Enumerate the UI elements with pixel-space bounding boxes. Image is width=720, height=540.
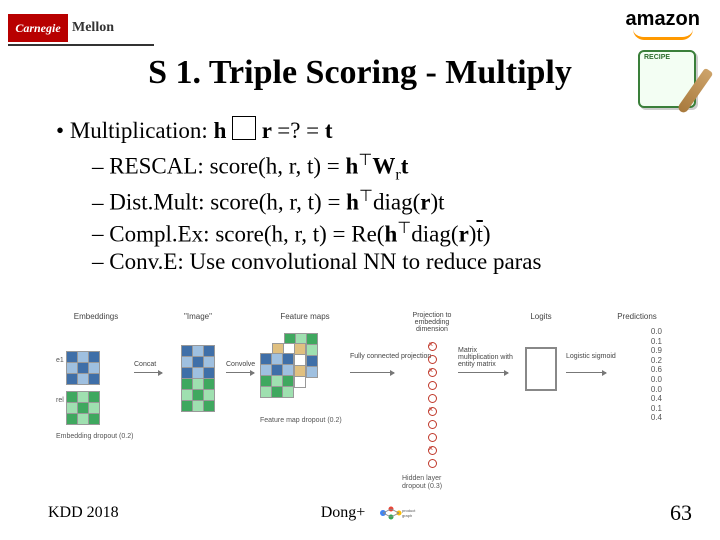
complex-diag: diag( bbox=[411, 221, 458, 246]
arrow-concat-label: Concat bbox=[134, 361, 156, 368]
footer-center-text: Dong+ bbox=[321, 504, 366, 521]
embedding-grid-e1 bbox=[66, 351, 100, 385]
caption-hidden-dropout: Hidden layer dropout (0.3) bbox=[402, 475, 462, 492]
cmu-logo-wordmark-left: Carnegie bbox=[8, 14, 68, 42]
svg-text:graph: graph bbox=[402, 513, 412, 518]
transpose-icon: ⊤ bbox=[397, 220, 411, 237]
distmult-diag: diag( bbox=[373, 190, 420, 215]
amazon-logo: amazon bbox=[626, 8, 700, 40]
arrow-convolve: Convolve bbox=[226, 372, 254, 373]
cmu-logo-wordmark-right: Mellon bbox=[68, 14, 154, 42]
pred-value: 0.0 bbox=[612, 327, 662, 337]
sub-rescal: RESCAL: score(h, r, t) = h⊤Wrt bbox=[92, 150, 680, 184]
label-image: "Image" bbox=[168, 312, 228, 321]
footer-center-wrap: Dong+ productgraph bbox=[48, 504, 692, 522]
label-predictions: Predictions bbox=[612, 312, 662, 321]
rescal-fn: score(h, r, t) = bbox=[210, 154, 346, 179]
sub-distmult: Dist.Mult: score(h, r, t) = h⊤diag(r)t bbox=[92, 186, 680, 216]
stage-embeddings: Embeddings e1 rel Embedding dropout (0.2… bbox=[56, 312, 136, 441]
arrow-matmul-label: Matrix multiplication with entity matrix bbox=[458, 347, 518, 368]
complex-fn: score(h, r, t) = Re( bbox=[215, 221, 384, 246]
complex-r: r bbox=[459, 221, 469, 246]
stage-logits: Logits bbox=[516, 312, 566, 393]
arrow-concat: Concat bbox=[134, 372, 162, 373]
amazon-logo-text: amazon bbox=[626, 8, 700, 30]
pred-value: 0.6 bbox=[612, 365, 662, 375]
distmult-t: )t bbox=[430, 190, 444, 215]
rescal-w: W bbox=[372, 154, 395, 179]
image-grid bbox=[181, 345, 215, 412]
cmu-logo-underline bbox=[8, 44, 154, 46]
stage-predictions: Predictions 0.0 0.1 0.9 0.2 0.6 0.0 0.0 … bbox=[612, 312, 662, 423]
pred-value: 0.4 bbox=[612, 394, 662, 404]
pred-value: 0.0 bbox=[612, 385, 662, 395]
bullet-t: t bbox=[325, 118, 333, 143]
pred-value: 0.0 bbox=[612, 375, 662, 385]
slide-title: S 1. Triple Scoring - Multiply bbox=[0, 54, 720, 92]
rescal-name: RESCAL: bbox=[109, 154, 209, 179]
bullet-eq: =? = bbox=[277, 118, 325, 143]
arrow-sigmoid: Logistic sigmoid bbox=[566, 372, 606, 373]
bullet-h: h bbox=[214, 118, 233, 143]
predictions-list: 0.0 0.1 0.9 0.2 0.6 0.0 0.0 0.4 0.1 0.4 bbox=[612, 327, 662, 423]
arrow-fc: Fully connected projection bbox=[350, 372, 394, 373]
pred-value: 0.1 bbox=[612, 337, 662, 347]
featmap-front bbox=[260, 353, 294, 398]
pred-value: 0.9 bbox=[612, 346, 662, 356]
bullet-r: r bbox=[256, 118, 277, 143]
transpose-icon: ⊤ bbox=[359, 188, 373, 205]
sub-bullet-list: RESCAL: score(h, r, t) = h⊤Wrt Dist.Mult… bbox=[92, 150, 680, 276]
pred-value: 0.2 bbox=[612, 356, 662, 366]
distmult-name: Dist.Mult: bbox=[109, 190, 210, 215]
bullet-lead: Multiplication: bbox=[70, 118, 214, 143]
distmult-h: h bbox=[346, 190, 359, 215]
product-graph-logo-icon: productgraph bbox=[375, 505, 419, 521]
row-label-e1: e1 bbox=[56, 357, 64, 364]
pred-value: 0.4 bbox=[612, 413, 662, 423]
rescal-h: h bbox=[346, 154, 359, 179]
projection-vector bbox=[402, 341, 462, 471]
stage-projection: Projection to embedding dimension Hidden… bbox=[402, 312, 462, 492]
stage-image: "Image" bbox=[168, 312, 228, 412]
label-embeddings: Embeddings bbox=[56, 312, 136, 321]
distmult-fn: score(h, r, t) = bbox=[210, 190, 346, 215]
caption-feat-dropout: Feature map dropout (0.2) bbox=[260, 417, 350, 425]
row-label-rel: rel bbox=[56, 397, 64, 404]
rescal-t: t bbox=[401, 154, 409, 179]
label-projection: Projection to embedding dimension bbox=[402, 312, 462, 333]
logits-box bbox=[516, 347, 566, 393]
complex-close2: ) bbox=[483, 221, 491, 246]
pred-value: 0.1 bbox=[612, 404, 662, 414]
caption-emb-dropout: Embedding dropout (0.2) bbox=[56, 433, 136, 441]
operator-box-icon bbox=[232, 116, 256, 140]
arrow-matmul: Matrix multiplication with entity matrix bbox=[458, 372, 508, 373]
slide-body: Multiplication: h r =? = t RESCAL: score… bbox=[56, 110, 680, 277]
stage-feature-maps: Feature maps bbox=[260, 312, 350, 425]
sub-complex: Compl.Ex: score(h, r, t) = Re(h⊤diag(r)t… bbox=[92, 218, 680, 248]
label-logits: Logits bbox=[516, 312, 566, 321]
cmu-logo: Carnegie Mellon bbox=[8, 14, 154, 42]
bullet-main: Multiplication: h r =? = t bbox=[56, 116, 680, 144]
label-featmaps: Feature maps bbox=[260, 312, 350, 321]
distmult-r: r bbox=[420, 190, 430, 215]
conve-name: Conv.E: bbox=[109, 249, 189, 274]
conve-diagram: Embeddings e1 rel Embedding dropout (0.2… bbox=[56, 312, 680, 462]
transpose-icon: ⊤ bbox=[358, 152, 372, 169]
amazon-smile-icon bbox=[633, 29, 693, 40]
conve-desc: Use convolutional NN to reduce paras bbox=[190, 249, 542, 274]
arrow-sigmoid-label: Logistic sigmoid bbox=[566, 353, 616, 360]
slide-footer: KDD 2018 Dong+ productgraph 63 bbox=[48, 500, 692, 526]
complex-h: h bbox=[384, 221, 397, 246]
sub-conve: Conv.E: Use convolutional NN to reduce p… bbox=[92, 249, 680, 275]
embedding-grid-rel bbox=[66, 391, 100, 425]
arrow-convolve-label: Convolve bbox=[226, 361, 255, 368]
complex-name: Compl.Ex: bbox=[109, 221, 215, 246]
